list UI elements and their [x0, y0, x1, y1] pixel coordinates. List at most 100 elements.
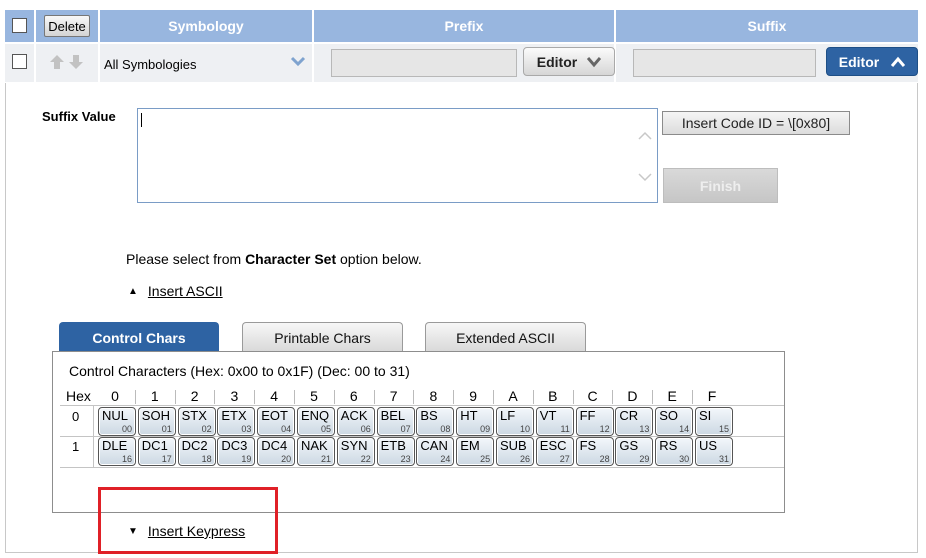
char-key-code: 21: [320, 454, 331, 464]
select-all-checkbox[interactable]: [12, 18, 27, 33]
char-key[interactable]: EOT 04: [257, 407, 296, 436]
char-key[interactable]: CR 13: [615, 407, 654, 436]
char-key-name: ESC: [539, 438, 567, 453]
char-key-name: STX: [181, 408, 207, 423]
char-key[interactable]: NAK 21: [297, 437, 335, 466]
char-key-code: 10: [519, 424, 530, 434]
column-head: 2: [190, 388, 199, 404]
tab-extended-ascii[interactable]: Extended ASCII: [425, 322, 586, 352]
column-separator: [294, 390, 295, 404]
char-key-name: RS: [659, 438, 678, 453]
column-separator: [652, 390, 654, 404]
delete-button[interactable]: Delete: [44, 15, 90, 37]
char-key[interactable]: SUB 26: [496, 437, 534, 466]
char-key[interactable]: CAN 24: [416, 437, 455, 466]
suffix-editor-button[interactable]: Editor: [826, 47, 918, 76]
char-key[interactable]: RS 30: [655, 437, 694, 466]
symbology-select[interactable]: All Symbologies: [100, 50, 310, 78]
char-key[interactable]: DC4 20: [257, 437, 296, 466]
chevron-down-icon: [587, 56, 602, 67]
up-arrow-icon[interactable]: [49, 54, 65, 70]
prefix-input[interactable]: [331, 49, 517, 77]
char-key-name: FF: [579, 408, 596, 423]
char-key-name: ETB: [380, 438, 406, 453]
column-separator: [254, 390, 256, 404]
column-head: 0: [111, 388, 119, 404]
column-separator: [174, 390, 176, 404]
tab-printable-chars[interactable]: Printable Chars: [242, 322, 403, 352]
char-key[interactable]: FF 12: [575, 407, 614, 436]
char-key[interactable]: SYN 22: [336, 437, 375, 466]
char-key[interactable]: DC3 19: [217, 437, 256, 466]
column-separator: [572, 390, 574, 404]
char-key-code: 13: [639, 424, 650, 434]
char-key[interactable]: SI 15: [695, 407, 733, 436]
char-key-code: 02: [201, 424, 212, 434]
insert-code-id-button[interactable]: Insert Code ID = \[0x80]: [662, 111, 850, 135]
char-key-name: LF: [500, 408, 516, 423]
char-key[interactable]: DLE 16: [98, 437, 136, 466]
char-key[interactable]: SOH 01: [137, 407, 176, 436]
char-key[interactable]: DC2 18: [177, 437, 216, 466]
char-key-name: HT: [460, 408, 478, 423]
chevron-up-icon: [891, 56, 906, 67]
char-key-name: FS: [579, 438, 597, 453]
row-head-0: 0: [72, 409, 80, 424]
chevron-down-icon[interactable]: [290, 56, 306, 68]
scroll-down-icon[interactable]: [638, 172, 652, 182]
scroll-up-icon[interactable]: [638, 131, 652, 141]
char-key-name: GS: [619, 438, 639, 453]
char-key-code: 05: [320, 424, 331, 434]
column-separator: [692, 390, 693, 404]
char-key-code: 01: [161, 424, 172, 434]
char-key[interactable]: VT 11: [535, 407, 574, 436]
column-separator: [413, 390, 415, 404]
grid-line: [93, 405, 94, 467]
char-key[interactable]: EM 25: [456, 437, 495, 466]
char-key-name: NUL: [102, 408, 129, 423]
char-key[interactable]: SO 14: [655, 407, 694, 436]
column-head: 7: [389, 388, 398, 404]
char-key[interactable]: BS 08: [416, 407, 455, 436]
char-key[interactable]: ETB 23: [376, 437, 415, 466]
down-arrow-icon[interactable]: [68, 54, 84, 70]
char-key[interactable]: ETX 03: [217, 407, 256, 436]
char-key[interactable]: DC1 17: [137, 437, 176, 466]
insert-ascii-toggle[interactable]: ▲ Insert ASCII: [128, 283, 223, 299]
char-key-code: 23: [400, 454, 411, 464]
char-key[interactable]: LF 10: [496, 407, 534, 436]
char-key-name: EM: [460, 438, 480, 453]
hex-column-label: Hex: [66, 388, 91, 404]
row-checkbox[interactable]: [12, 54, 27, 69]
char-key[interactable]: GS 29: [615, 437, 654, 466]
character-set-title: Control Characters (Hex: 0x00 to 0x1F) (…: [69, 363, 410, 379]
char-key-name: SOH: [141, 408, 170, 423]
char-key[interactable]: ACK 06: [336, 407, 375, 436]
suffix-value-textarea[interactable]: [137, 108, 658, 203]
finish-button[interactable]: Finish: [663, 168, 778, 203]
char-key-code: 06: [360, 424, 371, 434]
char-key-name: ETX: [221, 408, 247, 423]
char-key[interactable]: ENQ 05: [297, 407, 335, 436]
char-key[interactable]: STX 02: [177, 407, 216, 436]
prefix-editor-button[interactable]: Editor: [523, 47, 615, 76]
column-separator: [214, 390, 216, 404]
char-key[interactable]: US 31: [695, 437, 733, 466]
char-key[interactable]: FS 28: [575, 437, 614, 466]
column-separator: [493, 390, 494, 404]
suffix-input[interactable]: [633, 49, 816, 77]
tab-control-chars[interactable]: Control Chars: [59, 322, 219, 352]
char-key[interactable]: BEL 07: [376, 407, 415, 436]
char-key-name: BEL: [380, 408, 406, 423]
char-key-code: 09: [480, 424, 491, 434]
row-divider: [34, 44, 36, 82]
header-prefix: Prefix: [314, 10, 614, 42]
char-key[interactable]: ESC 27: [535, 437, 574, 466]
column-head: 3: [230, 388, 239, 404]
char-key[interactable]: HT 09: [456, 407, 495, 436]
char-key-code: 16: [121, 454, 132, 464]
char-key[interactable]: NUL 00: [98, 407, 136, 436]
insert-ascii-link[interactable]: Insert ASCII: [148, 283, 223, 299]
row-head-1: 1: [72, 439, 80, 454]
triangle-up-icon: ▲: [128, 285, 138, 297]
